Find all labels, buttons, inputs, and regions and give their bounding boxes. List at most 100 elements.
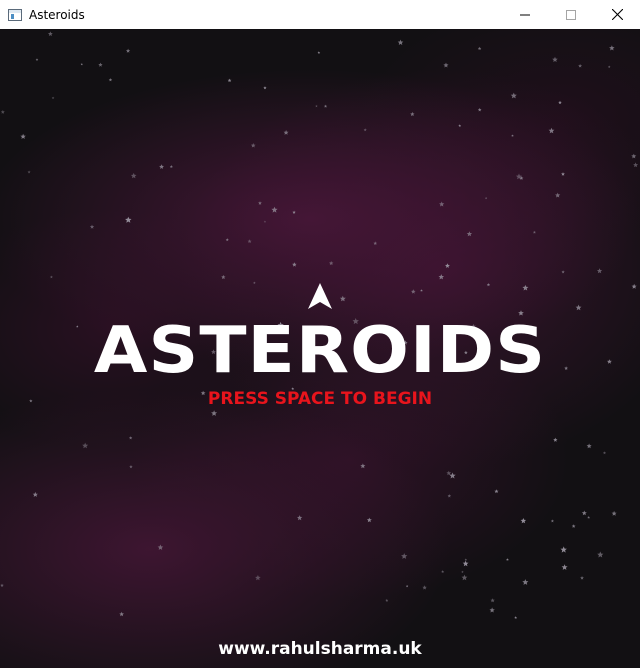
star — [159, 164, 164, 169]
minimize-icon — [520, 14, 530, 15]
star — [263, 86, 267, 90]
star — [561, 270, 565, 274]
star — [129, 436, 133, 440]
star — [360, 463, 366, 469]
start-prompt: PRESS SPACE TO BEGIN — [207, 389, 433, 409]
star — [446, 470, 452, 476]
window-title: Asteroids — [29, 7, 85, 22]
star — [420, 289, 423, 292]
star — [366, 517, 372, 523]
star — [157, 544, 164, 550]
close-button[interactable] — [594, 0, 640, 29]
star — [169, 165, 173, 168]
star — [271, 206, 278, 213]
star — [89, 224, 95, 229]
star — [27, 170, 31, 174]
star — [560, 546, 567, 553]
close-icon — [611, 9, 623, 20]
star — [494, 489, 499, 494]
star — [441, 570, 445, 573]
star — [125, 216, 132, 223]
star — [47, 31, 53, 36]
star — [555, 192, 561, 198]
app-window: Asteroids ASTEROIDS PRESS SPACE TO BEGIN… — [0, 0, 640, 668]
star — [631, 283, 637, 289]
star — [581, 510, 587, 516]
star — [558, 100, 562, 105]
star — [0, 110, 5, 114]
star — [411, 289, 416, 294]
star — [98, 62, 103, 67]
star — [82, 442, 89, 449]
star — [130, 172, 137, 179]
star — [447, 494, 452, 498]
star — [571, 524, 576, 528]
star — [292, 210, 296, 214]
star — [633, 162, 639, 168]
star — [461, 570, 464, 573]
star — [439, 201, 445, 207]
title-bar[interactable]: Asteroids — [0, 0, 640, 29]
star — [522, 284, 529, 291]
star — [119, 611, 124, 617]
star — [405, 585, 409, 588]
star — [486, 283, 491, 287]
star — [32, 491, 38, 497]
star — [533, 230, 536, 234]
star — [292, 262, 297, 267]
star — [611, 510, 617, 516]
star — [0, 583, 4, 587]
star — [561, 564, 568, 570]
star — [466, 231, 473, 237]
star — [35, 58, 39, 61]
star — [324, 104, 328, 108]
star — [227, 78, 232, 83]
maximize-button[interactable] — [548, 0, 594, 29]
star — [410, 111, 415, 117]
star — [108, 78, 113, 82]
star — [20, 133, 26, 139]
star — [126, 48, 131, 53]
star — [315, 104, 318, 108]
star — [443, 62, 449, 68]
star — [580, 576, 584, 580]
star — [603, 451, 606, 455]
app-window-icon — [8, 8, 22, 21]
star — [363, 128, 367, 132]
star — [385, 598, 389, 602]
minimize-button[interactable] — [502, 0, 548, 29]
star — [438, 274, 445, 280]
star — [211, 410, 218, 416]
star — [609, 45, 615, 51]
star — [490, 598, 495, 603]
game-title: ASTEROIDS — [93, 314, 547, 388]
star — [510, 92, 517, 99]
star — [520, 518, 527, 524]
star — [317, 51, 321, 54]
star — [511, 134, 514, 137]
star — [449, 472, 456, 479]
star — [484, 197, 488, 200]
star — [129, 464, 133, 469]
star — [522, 579, 529, 585]
star — [283, 130, 289, 135]
star — [373, 241, 378, 245]
star — [561, 172, 565, 176]
star — [631, 153, 637, 159]
star — [461, 574, 468, 581]
star — [464, 558, 468, 561]
star — [247, 239, 252, 244]
website-link[interactable]: www.rahulsharma.uk — [0, 638, 640, 660]
star — [397, 39, 404, 45]
star — [253, 281, 256, 284]
star — [553, 437, 558, 442]
star — [597, 551, 604, 558]
star — [258, 201, 262, 205]
star — [458, 124, 462, 127]
star — [225, 238, 229, 242]
game-canvas[interactable]: ASTEROIDS PRESS SPACE TO BEGIN www.rahul… — [0, 29, 640, 668]
star — [297, 515, 303, 521]
star — [552, 56, 558, 62]
star — [250, 143, 256, 148]
star — [50, 275, 53, 279]
